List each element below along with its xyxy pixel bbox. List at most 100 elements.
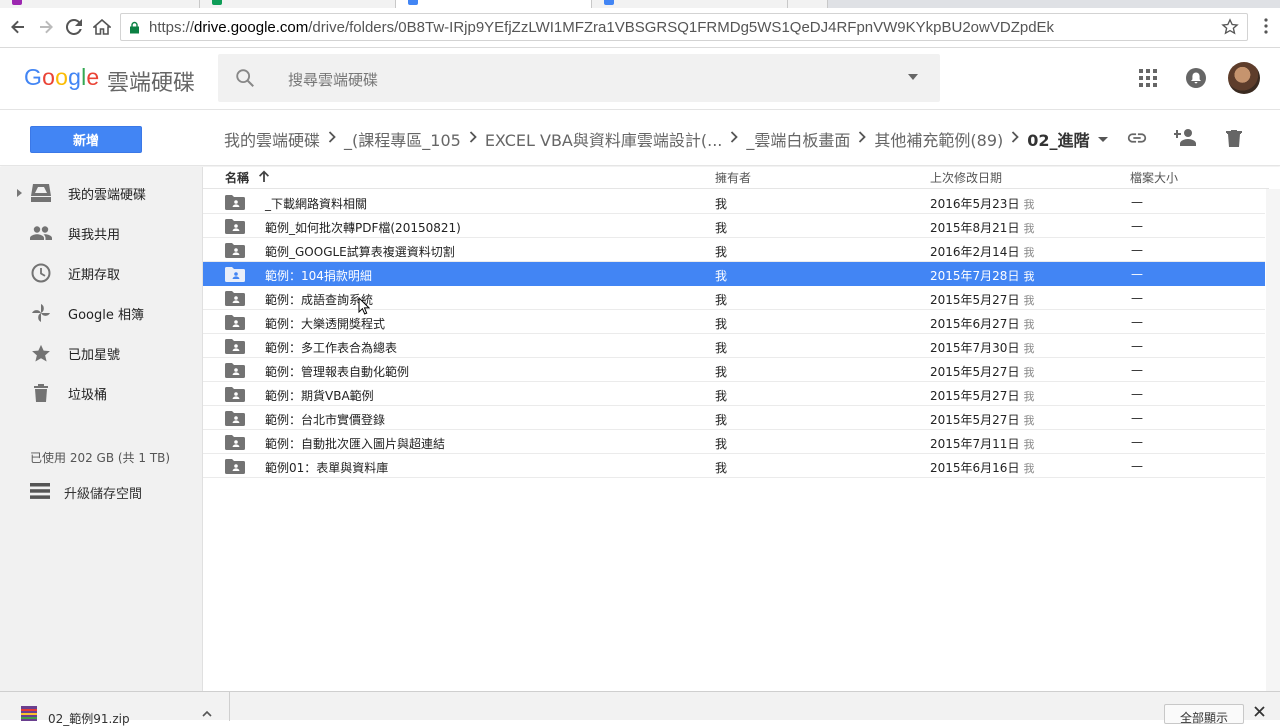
shared-folder-icon: [225, 315, 245, 330]
breadcrumb-current-folder[interactable]: 02_進階: [1027, 127, 1089, 151]
photos-pinwheel-icon: [30, 302, 52, 324]
shared-people-icon: [30, 222, 52, 244]
browser-tab[interactable]: [788, 0, 828, 8]
browser-tab-active[interactable]: [396, 0, 592, 8]
file-size: —: [1131, 315, 1143, 329]
file-name: _下載網路資料相關: [265, 197, 368, 211]
breadcrumb-item[interactable]: _(課程專區_105: [344, 127, 461, 151]
reload-button[interactable]: [63, 16, 85, 38]
browser-menu-icon[interactable]: [1264, 18, 1268, 34]
modified-by: 我: [1023, 270, 1035, 283]
forward-button[interactable]: [35, 16, 57, 38]
logo-letter: G: [24, 64, 43, 90]
chevron-up-icon[interactable]: [202, 710, 212, 717]
table-row-selected[interactable]: 範例：104捐款明細我 2015年7月28日我 —: [203, 262, 1265, 286]
table-row[interactable]: 範例_GOOGLE試算表複選資料切割我 2016年2月14日我 —: [203, 238, 1265, 262]
modified-date: 2015年5月27日: [930, 365, 1020, 379]
shared-folder-icon: [225, 291, 245, 306]
mouse-cursor-icon: [358, 297, 370, 315]
file-size: —: [1131, 243, 1143, 257]
back-button[interactable]: [7, 16, 29, 38]
table-row[interactable]: 範例：管理報表自動化範例我 2015年5月27日我 —: [203, 358, 1265, 382]
modified-by: 我: [1023, 342, 1035, 355]
address-bar[interactable]: https://drive.google.com/drive/folders/0…: [120, 13, 1248, 41]
search-options-caret-icon[interactable]: [908, 74, 918, 80]
browser-tab[interactable]: [0, 0, 200, 8]
sidebar-item-label: 與我共用: [68, 228, 121, 243]
breadcrumb-item[interactable]: EXCEL VBA與資料庫雲端設計(...: [485, 127, 723, 151]
logo-letter: g: [68, 64, 82, 90]
sidebar-item-trash[interactable]: 垃圾桶: [0, 375, 203, 411]
account-avatar[interactable]: [1228, 62, 1260, 94]
new-button[interactable]: 新增: [30, 126, 142, 153]
column-header-size[interactable]: 檔案大小: [1130, 169, 1178, 186]
lock-icon: [130, 21, 139, 34]
file-name: 範例：管理報表自動化範例: [265, 365, 410, 379]
tab-favicon: [604, 0, 614, 5]
browser-tab[interactable]: [592, 0, 788, 8]
breadcrumb-item[interactable]: 其他補充範例(89): [874, 127, 1003, 151]
modified-date: 2015年6月16日: [930, 461, 1020, 475]
file-name: 範例：104捐款明細: [265, 269, 372, 283]
download-item[interactable]: 02_範例91.zip: [12, 692, 230, 726]
file-owner: 我: [715, 365, 728, 379]
table-row[interactable]: 範例_如何批次轉PDF檔(20150821) 我 2015年8月21日我 —: [203, 214, 1265, 238]
trash-icon: [30, 382, 52, 404]
column-header-name[interactable]: 名稱: [225, 169, 249, 186]
file-owner: 我: [715, 461, 728, 475]
table-row[interactable]: 範例：期貨VBA範例我 2015年5月27日我 —: [203, 382, 1265, 406]
breadcrumb-chevron-icon: [730, 131, 739, 147]
sort-ascending-arrow-icon[interactable]: [257, 169, 271, 183]
file-size: —: [1131, 291, 1143, 305]
table-row[interactable]: _下載網路資料相關我 2016年5月23日我 —: [203, 190, 1265, 214]
share-person-add-icon[interactable]: [1174, 127, 1198, 147]
sidebar-item-starred[interactable]: 已加星號: [0, 335, 203, 371]
file-size: —: [1131, 219, 1143, 233]
shared-folder-icon: [225, 219, 245, 234]
modified-date: 2015年7月30日: [930, 341, 1020, 355]
modified-date: 2015年7月28日: [930, 269, 1020, 283]
expand-arrow-icon[interactable]: [17, 189, 22, 197]
sidebar-item-recent[interactable]: 近期存取: [0, 255, 203, 291]
table-row[interactable]: 範例：多工作表合為總表我 2015年7月30日我 —: [203, 334, 1265, 358]
modified-by: 我: [1023, 318, 1035, 331]
search-input[interactable]: 搜尋雲端硬碟: [218, 54, 940, 102]
sidebar-item-label: 近期存取: [68, 268, 121, 283]
folder-menu-caret-icon[interactable]: [1097, 136, 1108, 142]
column-header-owner[interactable]: 擁有者: [715, 169, 751, 186]
sidebar-item-photos[interactable]: Google 相簿: [0, 295, 203, 331]
google-logo[interactable]: Google: [24, 64, 99, 91]
modified-by: 我: [1023, 438, 1035, 451]
apps-grid-icon[interactable]: [1139, 69, 1157, 87]
table-row[interactable]: 範例01：表單與資料庫我 2015年6月16日我 —: [203, 454, 1265, 478]
show-all-downloads-button[interactable]: 全部顯示: [1164, 704, 1244, 725]
file-modified: 2015年5月27日我: [930, 291, 1034, 308]
list-scrollbar[interactable]: [1266, 189, 1280, 691]
table-row[interactable]: 範例：台北市實價登錄我 2015年5月27日我 —: [203, 406, 1265, 430]
file-list: 名稱 擁有者 上次修改日期 檔案大小 _下載網路資料相關我 2016年5月23日我…: [203, 167, 1280, 691]
table-row[interactable]: 範例：自動批次匯入圖片與超連結我 2015年7月11日我 —: [203, 430, 1265, 454]
file-size: —: [1131, 387, 1143, 401]
browser-tab[interactable]: [200, 0, 396, 8]
url-text: https://drive.google.com/drive/folders/0…: [149, 19, 1054, 36]
breadcrumb: 我的雲端硬碟 _(課程專區_105 EXCEL VBA與資料庫雲端設計(... _雲端…: [224, 128, 1108, 150]
notifications-bell-icon[interactable]: [1185, 67, 1207, 89]
breadcrumb-item[interactable]: _雲端白板畫面: [746, 127, 850, 151]
column-header-modified[interactable]: 上次修改日期: [930, 169, 1002, 186]
list-header: 名稱 擁有者 上次修改日期 檔案大小: [203, 167, 1269, 189]
sidebar-item-my-drive[interactable]: 我的雲端硬碟: [0, 175, 203, 211]
bookmark-star-icon[interactable]: [1221, 18, 1239, 36]
delete-trash-icon[interactable]: [1226, 128, 1242, 148]
storage-usage: 已使用 202 GB (共 1 TB): [30, 451, 171, 465]
get-link-icon[interactable]: [1126, 129, 1148, 147]
file-modified: 2015年7月28日我: [930, 267, 1034, 284]
file-name: 範例：期貨VBA範例: [265, 389, 374, 403]
zip-archive-icon: [21, 706, 37, 721]
logo-letter: o: [42, 64, 56, 90]
file-modified: 2015年5月27日我: [930, 387, 1034, 404]
breadcrumb-item[interactable]: 我的雲端硬碟: [224, 127, 320, 151]
search-icon[interactable]: [234, 67, 256, 89]
close-icon[interactable]: [1254, 706, 1265, 717]
home-button[interactable]: [91, 16, 113, 38]
sidebar-item-shared[interactable]: 與我共用: [0, 215, 203, 251]
